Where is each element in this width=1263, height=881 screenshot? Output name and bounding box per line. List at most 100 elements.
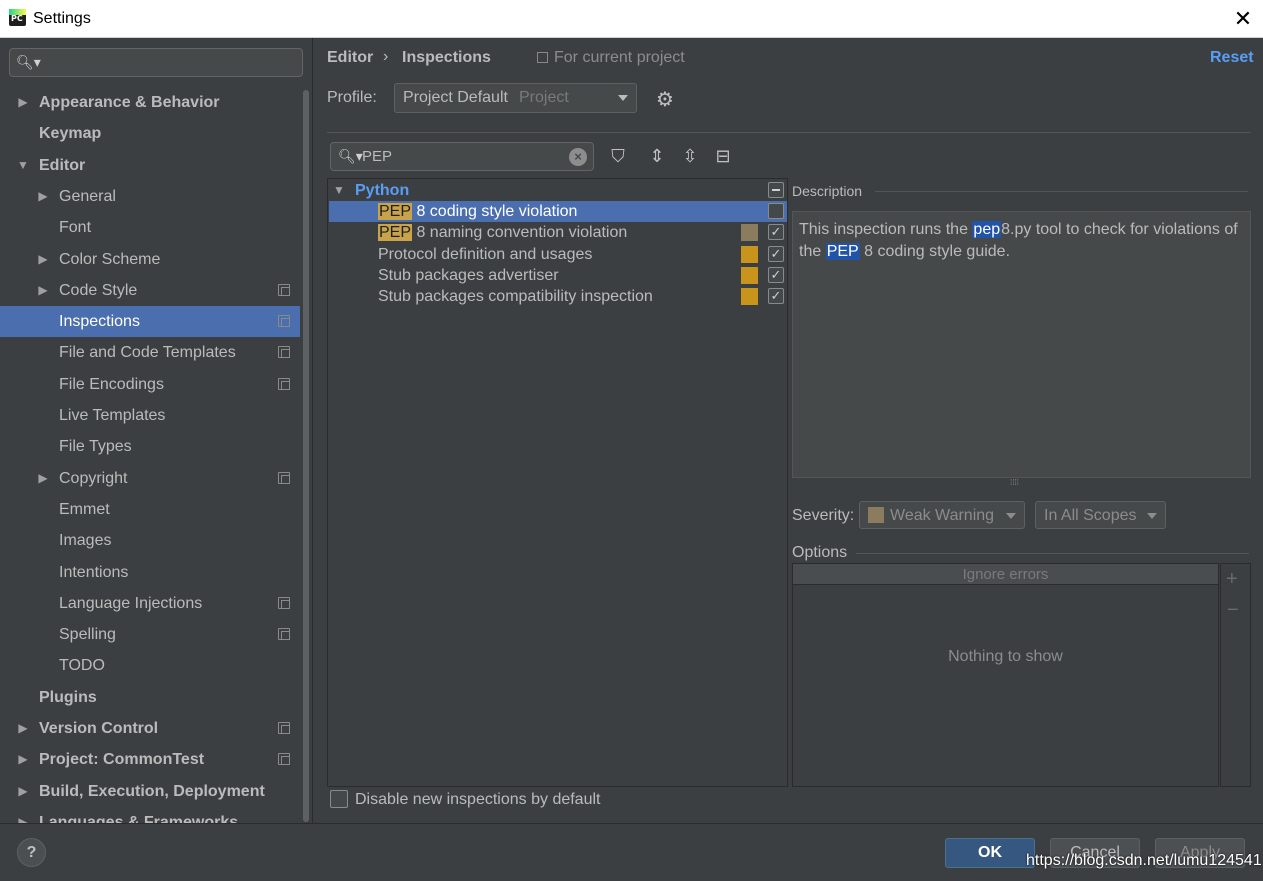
collapsed-arrow-icon[interactable]: ▶ [16, 713, 30, 744]
splitter-handle[interactable]: ⁞⁞⁞⁞ [1010, 478, 1028, 487]
sidebar-item-images[interactable]: Images [0, 525, 300, 556]
sidebar-item-label: Inspections [59, 313, 140, 331]
sidebar-item-live-templates[interactable]: Live Templates [0, 400, 300, 431]
inspection-item-label: PEP 8 coding style violation [378, 201, 577, 222]
collapsed-arrow-icon[interactable]: ▶ [36, 181, 50, 212]
inspection-enabled-checkbox[interactable]: ✓ [768, 224, 784, 241]
sidebar-item-languages-frameworks[interactable]: ▶ Languages & Frameworks [0, 807, 300, 823]
inspection-name: Stub packages advertiser [378, 266, 559, 284]
sidebar-item-copyright[interactable]: ▶ Copyright [0, 463, 300, 494]
sidebar-item-label: Color Scheme [59, 250, 161, 268]
sidebar-item-label: Code Style [59, 281, 138, 299]
inspection-tree: ▼ Python PEP 8 coding style violation PEP… [327, 178, 788, 787]
sidebar-item-file-types[interactable]: File Types [0, 431, 300, 462]
collapsed-arrow-icon[interactable]: ▶ [16, 807, 30, 823]
inspection-item-label: Stub packages advertiser [378, 265, 559, 286]
collapsed-arrow-icon[interactable]: ▶ [36, 463, 50, 494]
table-column-header[interactable]: Ignore errors [793, 564, 1218, 585]
close-icon[interactable]: ✕ [1230, 6, 1256, 32]
sidebar-item-emmet[interactable]: Emmet [0, 494, 300, 525]
sidebar-item-spelling[interactable]: Spelling [0, 619, 300, 650]
breadcrumb-separator: › [383, 48, 389, 65]
project-scope-icon [278, 377, 290, 390]
sidebar-item-keymap[interactable]: Keymap [0, 118, 300, 149]
sidebar-item-label: Font [59, 219, 92, 237]
inspection-item[interactable]: PEP 8 naming convention violation ✓ [329, 222, 787, 243]
sidebar-item-plugins[interactable]: Plugins [0, 682, 300, 713]
settings-search-input[interactable]: 🔍︎▾ [9, 48, 303, 77]
severity-color-swatch [741, 224, 758, 242]
scope-dropdown[interactable]: In All Scopes [1035, 501, 1166, 529]
breadcrumb-inspections: Inspections [402, 49, 491, 66]
options-label: Options [792, 544, 848, 561]
sidebar-item-label: Project: CommonTest [39, 751, 205, 769]
profile-value: Project Default [403, 89, 508, 106]
remove-icon[interactable]: − [1227, 599, 1239, 622]
expand-arrow-icon[interactable]: ▼ [333, 180, 345, 201]
sidebar-item-build-execution-deployment[interactable]: ▶ Build, Execution, Deployment [0, 776, 300, 807]
expand-all-icon[interactable]: ⇕ [647, 146, 667, 166]
sidebar-item-editor[interactable]: ▼ Editor [0, 150, 300, 181]
empty-table-text: Nothing to show [948, 648, 1063, 665]
search-match-highlight: PEP [378, 203, 413, 220]
search-icon: 🔍︎▾ [16, 54, 41, 70]
search-match-highlight: PEP [378, 224, 413, 242]
disable-new-inspections-checkbox[interactable] [330, 790, 348, 808]
collapsed-arrow-icon[interactable]: ▶ [16, 87, 30, 118]
breadcrumb-editor: Editor [327, 49, 374, 66]
reset-link[interactable]: Reset [1210, 49, 1254, 67]
collapsed-arrow-icon[interactable]: ▶ [16, 744, 30, 775]
filter-icon[interactable]: ⛉ [608, 146, 628, 166]
profile-dropdown[interactable]: Project Default Project [394, 83, 637, 113]
sidebar-item-label: Intentions [59, 563, 129, 581]
collapsed-arrow-icon[interactable]: ▶ [36, 275, 50, 306]
sidebar-item-label: Emmet [59, 500, 110, 518]
inspection-item[interactable]: PEP 8 coding style violation [329, 201, 787, 222]
inspection-item[interactable]: Protocol definition and usages ✓ [329, 244, 787, 265]
sidebar-item-project-commontest[interactable]: ▶ Project: CommonTest [0, 744, 300, 775]
search-icon: 🔍︎▾ [338, 148, 363, 164]
clear-icon[interactable]: × [569, 148, 587, 166]
sidebar-item-intentions[interactable]: Intentions [0, 557, 300, 588]
collapsed-arrow-icon[interactable]: ▶ [36, 244, 50, 275]
gear-icon[interactable]: ⚙ [656, 87, 674, 112]
reset-to-default-icon[interactable]: ⊟ [713, 146, 733, 166]
description-text-part: 8 coding style guide. [859, 243, 1011, 260]
sidebar-item-label: Keymap [39, 125, 102, 143]
inspection-name: Protocol definition and usages [378, 245, 593, 263]
inspection-group-python[interactable]: ▼ Python [329, 180, 787, 201]
sidebar-item-inspections[interactable]: Inspections [0, 306, 300, 338]
expanded-arrow-icon[interactable]: ▼ [16, 150, 30, 181]
sidebar-item-language-injections[interactable]: Language Injections [0, 588, 300, 619]
description-text-part: This inspection runs the [799, 221, 973, 238]
severity-label: Severity: [792, 507, 855, 524]
sidebar-item-todo[interactable]: TODO [0, 650, 300, 681]
ok-button[interactable]: OK [945, 838, 1035, 868]
sidebar-item-appearance-behavior[interactable]: ▶ Appearance & Behavior [0, 87, 300, 118]
sidebar-scrollbar[interactable] [303, 90, 309, 822]
severity-dropdown[interactable]: Weak Warning [859, 501, 1025, 529]
inspection-enabled-checkbox[interactable]: ✓ [768, 266, 784, 283]
sidebar-item-general[interactable]: ▶ General [0, 181, 300, 212]
help-button[interactable]: ? [17, 838, 46, 867]
filter-value: PEP [362, 148, 393, 165]
sidebar-item-color-scheme[interactable]: ▶ Color Scheme [0, 244, 300, 275]
collapsed-arrow-icon[interactable]: ▶ [16, 776, 30, 807]
inspection-enabled-checkbox[interactable] [768, 203, 784, 219]
inspection-item[interactable]: Stub packages advertiser ✓ [329, 265, 787, 286]
inspection-item[interactable]: Stub packages compatibility inspection ✓ [329, 286, 787, 307]
inspection-filter-input[interactable]: 🔍︎▾ PEP × [330, 142, 594, 171]
description-label: Description [792, 183, 863, 199]
disable-new-inspections-label[interactable]: Disable new inspections by default [355, 791, 600, 809]
sidebar-item-file-encodings[interactable]: File Encodings [0, 369, 300, 400]
sidebar-item-code-style[interactable]: ▶ Code Style [0, 275, 300, 306]
inspection-enabled-checkbox[interactable]: ✓ [768, 288, 784, 305]
add-icon[interactable]: + [1226, 568, 1238, 591]
group-checkbox[interactable] [768, 182, 784, 198]
sidebar-item-font[interactable]: Font [0, 212, 300, 243]
sidebar-item-file-and-code-templates[interactable]: File and Code Templates [0, 337, 300, 368]
group-label: Python [355, 182, 410, 199]
sidebar-item-version-control[interactable]: ▶ Version Control [0, 713, 300, 744]
collapse-all-icon[interactable]: ⇳ [680, 146, 700, 166]
inspection-enabled-checkbox[interactable]: ✓ [768, 245, 784, 262]
